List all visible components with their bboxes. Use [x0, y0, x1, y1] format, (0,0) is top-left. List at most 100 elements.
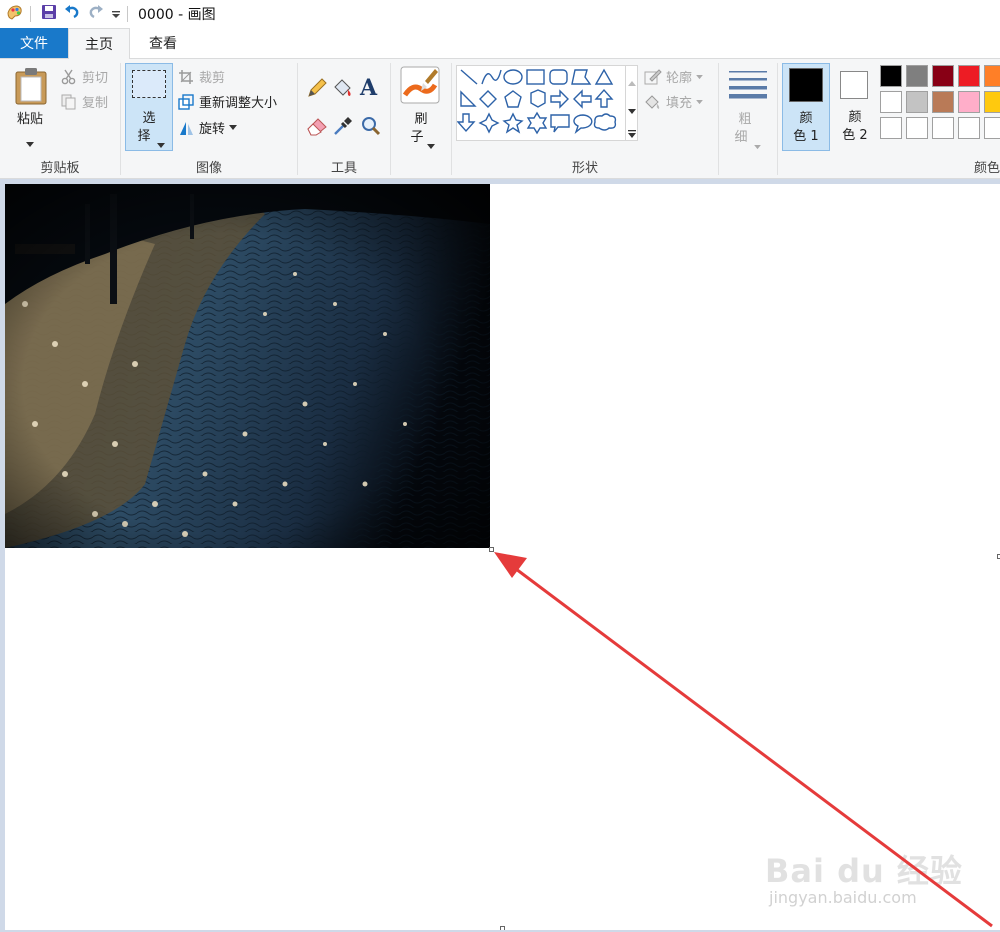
select-dropdown-icon[interactable] — [157, 134, 165, 153]
fill-button[interactable]: 填充 — [644, 92, 703, 111]
palette-swatch[interactable] — [906, 117, 928, 139]
save-icon[interactable] — [41, 4, 57, 24]
fill-dropdown-icon[interactable] — [696, 94, 703, 109]
color2-button[interactable]: 颜 色 2 — [834, 63, 878, 151]
polygon-shape-icon — [571, 69, 592, 85]
text-tool-icon[interactable]: A — [360, 75, 377, 101]
fill-label: 填充 — [666, 96, 693, 111]
four-point-star-shape-icon — [478, 112, 500, 134]
palette-swatch[interactable] — [958, 65, 980, 87]
palette-swatch[interactable] — [906, 65, 928, 87]
five-point-star-shape-icon — [502, 112, 524, 134]
color2-label-bottom: 色 2 — [842, 128, 868, 143]
palette-swatch[interactable] — [906, 91, 928, 113]
shapes-gallery[interactable] — [456, 65, 626, 141]
pasted-photo-autumn-path[interactable] — [5, 184, 490, 548]
size-button[interactable]: 粗 细 — [723, 63, 773, 151]
rectangular-callout-shape-icon — [550, 114, 570, 133]
tab-file[interactable]: 文件 — [0, 28, 68, 58]
palette-swatch[interactable] — [932, 91, 954, 113]
fill-bucket-icon[interactable] — [332, 77, 354, 103]
paint-app-icon[interactable] — [6, 3, 24, 25]
palette-swatch[interactable] — [984, 91, 1000, 113]
palette-swatch[interactable] — [880, 65, 902, 87]
copy-button[interactable]: 复制 — [60, 92, 108, 111]
palette-swatch[interactable] — [984, 65, 1000, 87]
gallery-expand-icon[interactable] — [628, 124, 636, 143]
oval-shape-icon — [503, 69, 523, 85]
tab-view[interactable]: 查看 — [132, 28, 194, 58]
six-point-star-shape-icon — [526, 111, 548, 135]
brushes-label-top: 刷 — [414, 112, 428, 127]
curve-shape-icon — [481, 69, 502, 85]
colors-group-label: 颜色 — [973, 161, 1000, 176]
cut-label: 剪切 — [82, 71, 109, 86]
baidu-jingyan-watermark: Bai du 经验 jingyan.baidu.com — [765, 846, 965, 916]
tab-home[interactable]: 主页 — [68, 28, 130, 59]
hexagon-shape-icon — [530, 89, 546, 108]
brushes-dropdown-icon[interactable] — [427, 135, 435, 154]
color1-label-top: 颜 — [799, 111, 813, 126]
right-arrow-shape-icon — [550, 89, 569, 109]
scissors-icon — [60, 68, 78, 86]
drawing-canvas[interactable] — [5, 184, 1000, 930]
palette-swatch[interactable] — [984, 117, 1000, 139]
right-triangle-shape-icon — [460, 90, 477, 107]
magnifier-icon[interactable] — [360, 115, 382, 141]
cloud-callout-shape-icon — [593, 113, 617, 131]
pencil-icon[interactable] — [306, 77, 328, 103]
palette-swatch[interactable] — [932, 65, 954, 87]
redo-icon[interactable] — [87, 3, 105, 25]
palette-swatch[interactable] — [880, 91, 902, 113]
rotate-dropdown-icon[interactable] — [229, 120, 238, 135]
shapes-group: 轮廓 填充 形状 — [452, 59, 718, 178]
color2-swatch — [840, 71, 868, 99]
cut-button[interactable]: 剪切 — [60, 67, 108, 86]
select-label-bottom: 择 — [137, 129, 151, 144]
color-picker-icon[interactable] — [332, 115, 354, 141]
customize-toolbar-icon[interactable] — [111, 5, 121, 24]
rounded-rectangle-shape-icon — [549, 69, 568, 85]
brushes-group: 刷 子 — [391, 59, 451, 178]
palette-swatch[interactable] — [958, 117, 980, 139]
brushes-button[interactable]: 刷 子 — [395, 63, 447, 151]
outline-dropdown-icon[interactable] — [696, 69, 703, 84]
color2-label-top: 颜 — [848, 110, 862, 125]
paste-label: 粘贴 — [16, 112, 43, 127]
tools-group: A 工具 — [298, 59, 390, 178]
palette-swatch[interactable] — [880, 117, 902, 139]
window-title: 0000 - 画图 — [138, 7, 216, 23]
shapes-scrollbar[interactable] — [626, 65, 638, 141]
crop-label: 裁剪 — [199, 71, 226, 86]
select-button[interactable]: 选 择 — [125, 63, 173, 151]
scroll-down-icon[interactable] — [628, 100, 636, 119]
size-dropdown-icon[interactable] — [754, 135, 761, 154]
size-label-top: 粗 — [738, 112, 752, 127]
color1-button[interactable]: 颜 色 1 — [782, 63, 830, 151]
up-arrow-shape-icon — [594, 88, 614, 108]
resize-label: 重新调整大小 — [199, 96, 278, 111]
rotate-button[interactable]: 旋转 — [177, 118, 238, 137]
palette-swatch[interactable] — [958, 91, 980, 113]
palette-swatch[interactable] — [932, 117, 954, 139]
resize-icon — [177, 93, 195, 111]
workspace — [0, 179, 1000, 932]
title-bar: 0000 - 画图 — [0, 0, 1000, 28]
scroll-up-icon[interactable] — [628, 72, 636, 91]
outline-button[interactable]: 轮廓 — [644, 67, 703, 86]
undo-icon[interactable] — [63, 3, 81, 25]
paste-dropdown-icon[interactable] — [26, 133, 34, 152]
resize-handle-corner[interactable] — [489, 547, 494, 552]
tools-group-label: 工具 — [330, 161, 357, 176]
resize-button[interactable]: 重新调整大小 — [177, 92, 277, 111]
brush-icon — [399, 65, 441, 109]
crop-button[interactable]: 裁剪 — [177, 67, 225, 86]
select-label-top: 选 — [142, 111, 156, 126]
eraser-icon[interactable] — [306, 115, 328, 141]
divider — [127, 6, 128, 22]
copy-icon — [60, 93, 78, 111]
resize-handle-bottom[interactable] — [500, 926, 505, 930]
ribbon-tabs: 文件 主页 查看 — [0, 28, 1000, 59]
clipboard-group: 粘贴 剪切 复制 剪贴板 — [0, 59, 120, 178]
paste-button[interactable]: 粘贴 — [6, 63, 54, 147]
